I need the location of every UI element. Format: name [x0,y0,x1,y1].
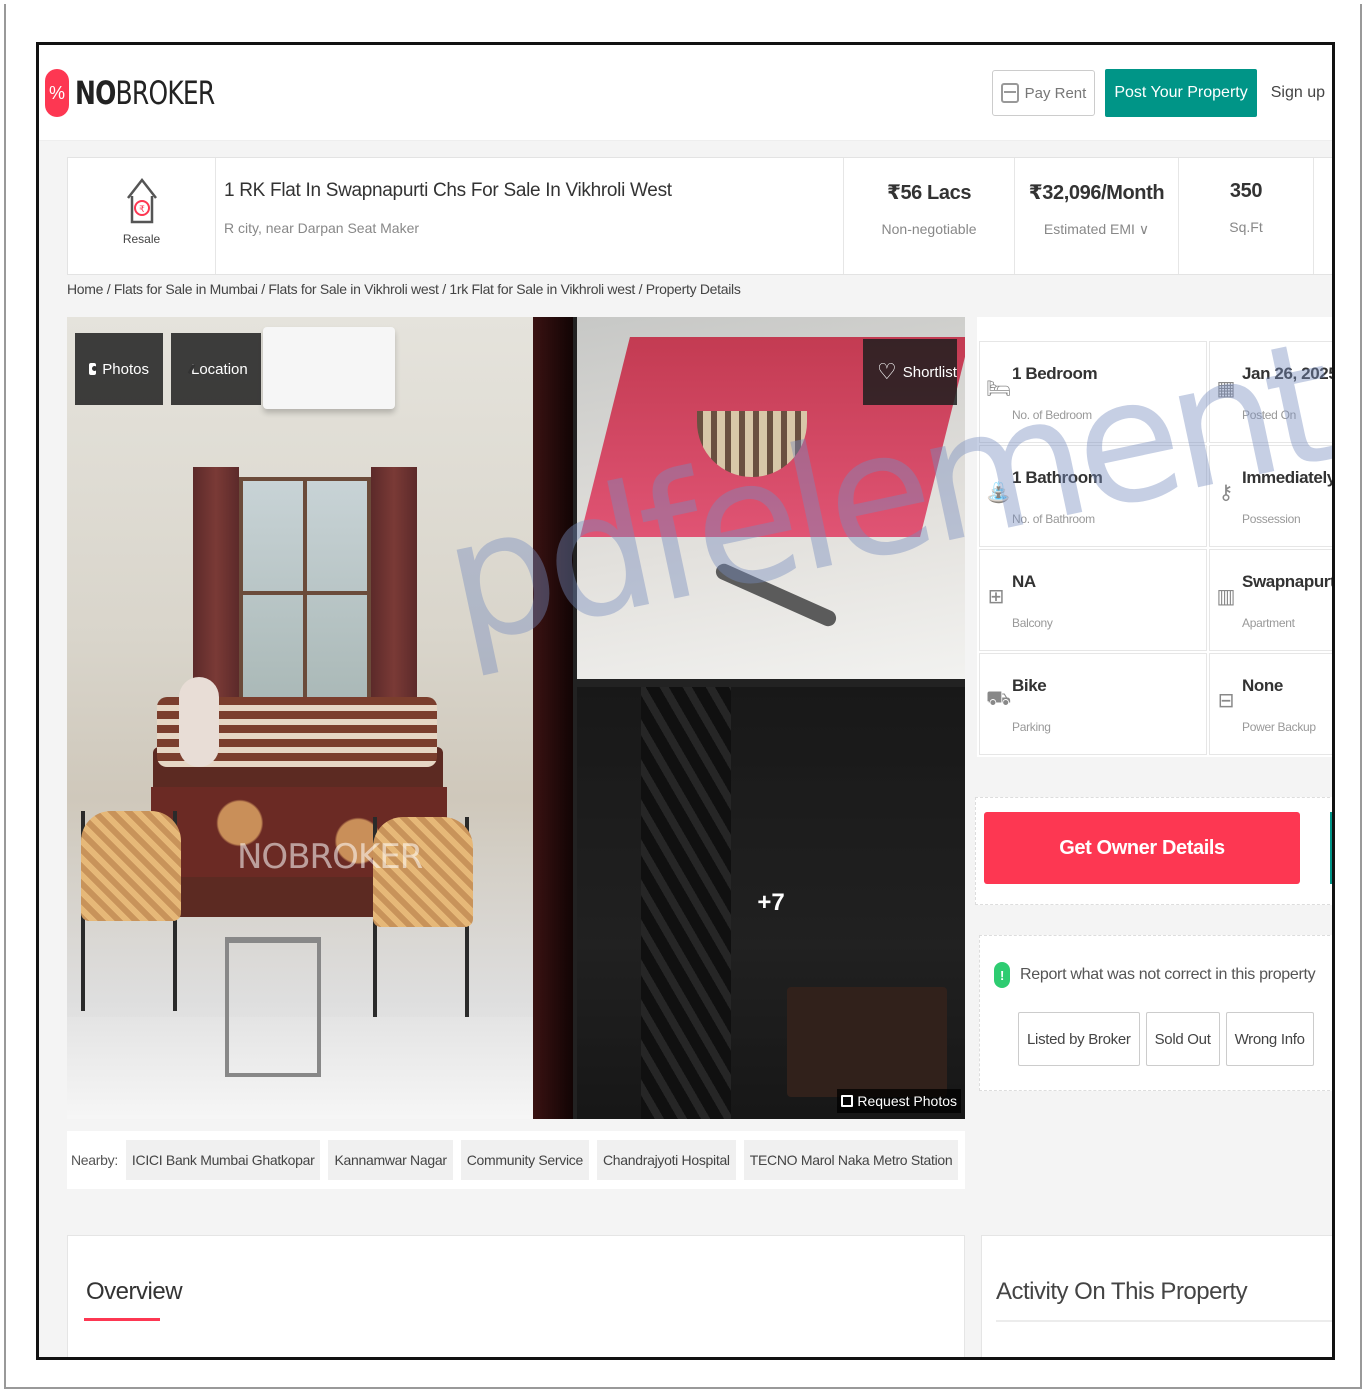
main-photo[interactable]: NOBROKER [67,317,573,1119]
pay-rent-button[interactable]: Pay Rent [991,70,1096,116]
report-heading: ! Report what was not correct in this pr… [994,962,1316,988]
emi-stat[interactable]: ₹32,096/Month Estimated EMI ∨ [1014,158,1178,274]
more-photos-count[interactable]: +7 [577,687,965,1119]
location-label: Location [191,360,248,378]
svg-text:₹: ₹ [139,205,145,215]
logo-text: NOBROKER [75,74,215,112]
area-value: 350 [1229,180,1263,202]
owner-details-box: Get Owner Details [975,797,1332,905]
price-value: ₹56 Lacs [886,182,972,204]
detail-bathroom: ⛲ 1 Bathroom No. of Bathroom [979,445,1207,547]
photo-more[interactable]: +7 Request Photos [577,687,965,1119]
browser-viewport: % NOBROKER Pay Rent Post Your Property S… [36,42,1335,1360]
detail-possession: ⚷ Immediately Possession [1209,445,1332,547]
nobroker-logo[interactable]: % NOBROKER [45,69,254,117]
resale-house-icon: ₹ [126,177,157,224]
nearby-chip[interactable]: Chandrajyoti Hospital [596,1140,736,1180]
key-icon: ⚷ [1218,482,1234,504]
location-button[interactable]: Location [171,333,261,405]
listed-by-broker-button[interactable]: Listed by Broker [1018,1012,1140,1066]
bathtub-icon: ⛲ [986,482,1011,504]
title-block: 1 RK Flat In Swapnapurti Chs For Sale In… [224,180,844,236]
nearby-chip[interactable]: ICICI Bank Mumbai Ghatkopar [125,1140,321,1180]
nearby-chip[interactable]: Kannamwar Nagar [328,1140,453,1180]
sold-out-button[interactable]: Sold Out [1145,1012,1220,1066]
photos-label: Photos [102,360,149,378]
activity-title: Activity On This Property [996,1278,1248,1305]
area-stat: 350 Sq.Ft [1178,158,1314,274]
listing-type: ₹ Resale [68,158,216,274]
listing-address: R city, near Darpan Seat Maker [224,220,420,236]
photos-button[interactable]: Photos [75,333,163,405]
power-backup-icon: ⊟ [1217,690,1235,712]
post-property-button[interactable]: Post Your Property [1105,69,1257,117]
breadcrumb[interactable]: Home / Flats for Sale in Mumbai / Flats … [67,281,741,297]
emi-note[interactable]: Estimated EMI ∨ [1015,221,1178,238]
nearby-chip[interactable]: TECNO Marol Naka Metro Station [743,1140,959,1180]
activity-divider [996,1320,1332,1322]
price-stat: ₹56 Lacs Non-negotiable [843,158,1014,274]
heart-icon: ♡ [877,359,897,384]
pay-rent-label: Pay Rent [1024,84,1087,102]
header-actions: Pay Rent Post Your Property Sign up [991,69,1329,117]
detail-bedroom: 🛏 1 Bedroom No. of Bedroom [979,341,1207,443]
request-photos-label: Request Photos [857,1093,957,1109]
detail-balcony: ⊞ NA Balcony [979,549,1207,651]
detail-parking: ⛟ Bike Parking [979,653,1207,755]
car-icon: ⛟ [986,688,1012,710]
bed-icon: 🛏 [986,378,1012,400]
nearby-places: Nearby: ICICI Bank Mumbai Ghatkopar Kann… [67,1131,965,1189]
report-box: ! Report what was not correct in this pr… [979,935,1332,1091]
building-icon: ▥ [1216,586,1236,608]
signup-link[interactable]: Sign up [1267,84,1329,102]
listing-title-bar: ₹ Resale 1 RK Flat In Swapnapurti Chs Fo… [67,157,1332,275]
emi-value: ₹32,096/Month [1028,182,1165,204]
image-icon [841,1095,854,1107]
nearby-chip[interactable]: Community Service [460,1140,589,1180]
shortlist-button[interactable]: ♡ Shortlist [863,339,957,405]
property-details: 🛏 1 Bedroom No. of Bedroom ▦ Jan 26, 202… [977,317,1332,757]
report-buttons: Listed by Broker Sold Out Wrong Info [1018,1012,1314,1066]
nearby-label: Nearby: [71,1152,118,1168]
credit-card-icon [1000,83,1019,103]
owner-side-tab[interactable] [1330,812,1332,884]
overview-card: Overview [67,1235,965,1357]
shortlist-label: Shortlist [902,363,957,381]
camera-icon [89,363,98,375]
listing-title: 1 RK Flat In Swapnapurti Chs For Sale In… [224,180,672,201]
price-note: Non-negotiable [881,221,977,237]
detail-posted-on: ▦ Jan 26, 2025 Posted On [1209,341,1332,443]
balcony-icon: ⊞ [987,586,1005,608]
area-unit: Sq.Ft [1229,219,1263,235]
calendar-icon: ▦ [1216,378,1236,400]
overview-tab[interactable]: Overview [86,1278,183,1306]
site-header: % NOBROKER Pay Rent Post Your Property S… [39,45,1332,141]
get-owner-details-button[interactable]: Get Owner Details [984,812,1300,884]
overview-tab-underline [84,1318,160,1321]
alert-icon: ! [994,962,1010,988]
detail-power-backup: ⊟ None Power Backup [1209,653,1332,755]
request-photos-button[interactable]: Request Photos [837,1089,961,1113]
resale-label: Resale [122,232,161,246]
photo-gallery: NOBROKER +7 Request Photos Photos Locati… [67,317,965,1119]
wrong-info-button[interactable]: Wrong Info [1225,1012,1314,1066]
report-text: Report what was not correct in this prop… [1020,966,1316,983]
logo-mark-icon: % [45,69,69,117]
detail-apartment: ▥ Swapnapurti Chs Apartment [1209,549,1332,651]
image-watermark: NOBROKER [237,837,423,877]
activity-card: Activity On This Property [981,1235,1332,1357]
